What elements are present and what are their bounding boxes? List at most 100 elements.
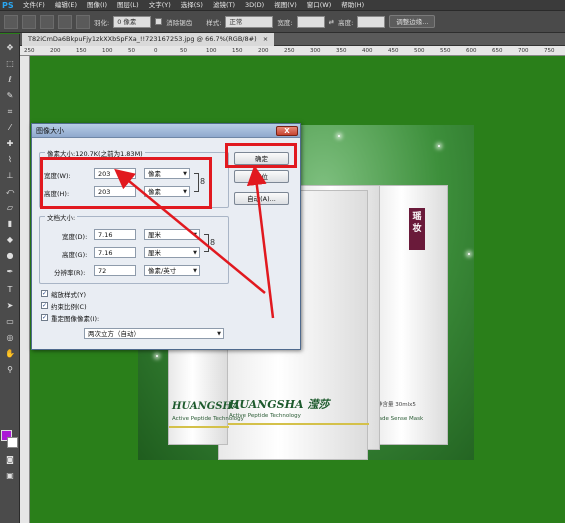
- doc-width-unit-select[interactable]: 厘米 ▼: [144, 229, 200, 240]
- product-tagline-left: Active Peptide Technology: [172, 416, 244, 422]
- feather-input[interactable]: 0 像素: [113, 15, 152, 28]
- ruler-tick: 50: [180, 48, 187, 54]
- menu-view[interactable]: 视图(V): [269, 0, 302, 11]
- reset-button[interactable]: 复位: [234, 170, 289, 183]
- crop-tool-icon[interactable]: ⌗: [3, 106, 17, 118]
- ruler-tick: 550: [440, 48, 451, 54]
- menu-edit[interactable]: 编辑(E): [50, 0, 82, 11]
- resample-method-select[interactable]: 两次立方（自动） ▼: [84, 328, 224, 339]
- dialog-title: 图像大小: [36, 127, 64, 135]
- hand-tool-icon[interactable]: ✋: [3, 348, 17, 360]
- ruler-tick: 650: [492, 48, 503, 54]
- chevron-down-icon: ▼: [217, 331, 221, 337]
- menu-file[interactable]: 文件(F): [18, 0, 50, 11]
- menu-layer[interactable]: 图层(L): [112, 0, 144, 11]
- constrain-proportions-checkbox[interactable]: ✓: [41, 302, 48, 309]
- annotation-highlight-pixel-size: [40, 157, 212, 209]
- shape-tool-icon[interactable]: ▭: [3, 316, 17, 328]
- dialog-titlebar[interactable]: 图像大小 X: [32, 124, 300, 138]
- ruler-tick: 300: [310, 48, 321, 54]
- eyedropper-tool-icon[interactable]: ⁄: [3, 122, 17, 134]
- horizontal-ruler: 250 200 150 100 50 0 50 100 150 200 250 …: [20, 46, 565, 56]
- link-bracket: [204, 234, 209, 252]
- resample-label: 重定图像像素(I):: [51, 315, 100, 323]
- add-selection-icon[interactable]: [40, 14, 54, 29]
- refine-edge-button[interactable]: 调整边缘...: [389, 15, 436, 28]
- marquee-tool-icon[interactable]: ⬚: [3, 58, 17, 70]
- height-label: 高度:: [338, 18, 354, 27]
- ruler-tick: 0: [154, 48, 158, 54]
- sparkle: [156, 355, 158, 357]
- doc-height-unit-select[interactable]: 厘米 ▼: [144, 247, 200, 258]
- screen-mode-icon[interactable]: ▣: [3, 470, 17, 482]
- lasso-tool-icon[interactable]: ℓ: [3, 74, 17, 86]
- options-bar: 羽化: 0 像素 消除锯齿 样式: 正常 宽度: ⇄ 高度: 调整边缘...: [0, 11, 565, 33]
- resolution-input[interactable]: 72: [94, 265, 136, 276]
- ruler-tick: 500: [414, 48, 425, 54]
- document-tab-title: T82iCmDa6BkpuFjy1zkXXbSpFXa_!!723167253.…: [28, 35, 257, 43]
- stamp-tool-icon[interactable]: ⊥: [3, 170, 17, 182]
- ruler-tick: 50: [128, 48, 135, 54]
- resample-checkbox[interactable]: ✓: [41, 314, 48, 321]
- antialias-checkbox[interactable]: [155, 18, 163, 25]
- eraser-tool-icon[interactable]: ▱: [3, 202, 17, 214]
- menu-window[interactable]: 窗口(W): [302, 0, 337, 11]
- document-tab-bar: T82iCmDa6BkpuFjy1zkXXbSpFXa_!!723167253.…: [20, 33, 565, 46]
- close-icon[interactable]: X: [276, 126, 298, 136]
- ruler-tick: 200: [50, 48, 61, 54]
- new-selection-icon[interactable]: [22, 14, 36, 29]
- photoshop-logo: PS: [2, 0, 14, 10]
- history-brush-tool-icon[interactable]: ⤺: [3, 186, 17, 198]
- subtract-selection-icon[interactable]: [58, 14, 72, 29]
- product-brand-left: HUANGSHA: [172, 401, 240, 412]
- ruler-tick: 100: [206, 48, 217, 54]
- sparkle: [438, 145, 440, 147]
- blur-tool-icon[interactable]: ◆: [3, 234, 17, 246]
- menu-3d[interactable]: 3D(D): [240, 0, 269, 11]
- dodge-tool-icon[interactable]: ●: [3, 250, 17, 262]
- heal-tool-icon[interactable]: ✚: [3, 138, 17, 150]
- zoom-tool-icon[interactable]: ⚲: [3, 364, 17, 376]
- document-size-label: 文档大小:: [45, 212, 78, 222]
- gradient-tool-icon[interactable]: ▮: [3, 218, 17, 230]
- style-select[interactable]: 正常: [225, 15, 274, 28]
- 3d-rotate-tool-icon[interactable]: ◎: [3, 332, 17, 344]
- doc-width-input[interactable]: 7.16: [94, 229, 136, 240]
- menu-select[interactable]: 选择(S): [176, 0, 208, 11]
- chevron-down-icon: ▼: [193, 232, 197, 238]
- scale-styles-checkbox[interactable]: ✓: [41, 290, 48, 297]
- doc-height-label: 高度(G):: [62, 251, 88, 259]
- chevron-down-icon: ▼: [193, 250, 197, 256]
- vertical-ruler: [20, 56, 30, 523]
- resolution-unit-select[interactable]: 像素/英寸 ▼: [144, 265, 200, 276]
- background-color-swatch[interactable]: [7, 437, 18, 448]
- type-tool-icon[interactable]: T: [3, 284, 17, 296]
- menu-help[interactable]: 帮助(H): [336, 0, 369, 11]
- document-tab[interactable]: T82iCmDa6BkpuFjy1zkXXbSpFXa_!!723167253.…: [22, 33, 275, 46]
- menu-image[interactable]: 图像(I): [82, 0, 112, 11]
- intersect-selection-icon[interactable]: [76, 14, 90, 29]
- move-tool-icon[interactable]: ✥: [3, 42, 17, 54]
- product-jade-text: Jade Sense Mask: [377, 416, 424, 422]
- doc-height-input[interactable]: 7.16: [94, 247, 136, 258]
- width-input[interactable]: [296, 15, 325, 28]
- ruler-tick: 600: [466, 48, 477, 54]
- quick-mask-icon[interactable]: ◙: [3, 454, 17, 466]
- marquee-preset-icon[interactable]: [4, 14, 18, 29]
- quick-select-tool-icon[interactable]: ✎: [3, 90, 17, 102]
- ruler-tick: 250: [284, 48, 295, 54]
- height-input[interactable]: [357, 15, 386, 28]
- menu-filter[interactable]: 滤镜(T): [208, 0, 240, 11]
- path-select-tool-icon[interactable]: ➤: [3, 300, 17, 312]
- menu-type[interactable]: 文字(Y): [144, 0, 176, 11]
- ruler-tick: 350: [336, 48, 347, 54]
- swap-icon[interactable]: ⇄: [329, 18, 334, 26]
- scale-styles-label: 缩放样式(Y): [51, 291, 87, 299]
- pen-tool-icon[interactable]: ✒: [3, 266, 17, 278]
- close-icon[interactable]: ×: [263, 35, 268, 43]
- auto-button[interactable]: 自动(A)...: [234, 192, 289, 205]
- resolution-label: 分辨率(R):: [54, 269, 86, 277]
- ruler-tick: 700: [518, 48, 529, 54]
- ruler-tick: 100: [102, 48, 113, 54]
- brush-tool-icon[interactable]: ⌇: [3, 154, 17, 166]
